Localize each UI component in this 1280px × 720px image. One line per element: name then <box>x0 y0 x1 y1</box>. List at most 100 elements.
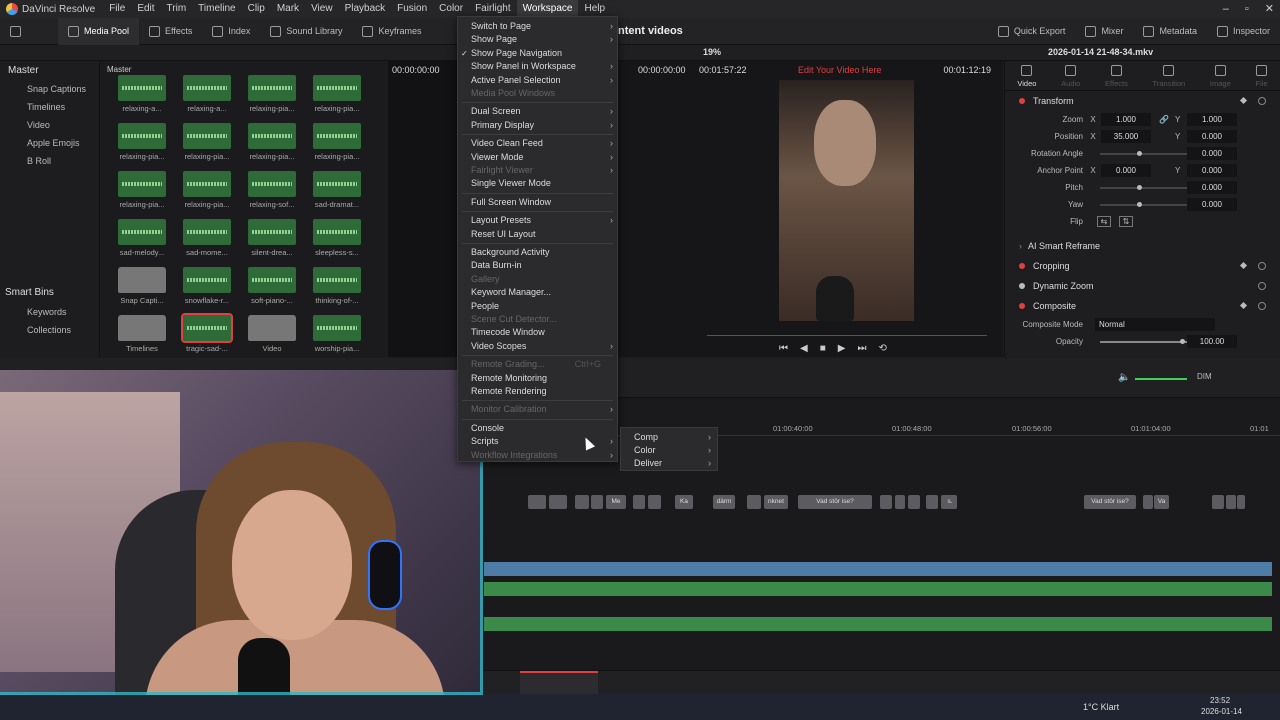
clip-item[interactable]: silent-drea... <box>243 219 301 257</box>
inspector-tab-audio[interactable]: Audio <box>1061 65 1080 90</box>
clip-item[interactable]: thinking-of-... <box>308 267 366 305</box>
subtitle-clip[interactable] <box>591 495 603 509</box>
composite-mode-select[interactable]: Normal <box>1095 318 1215 331</box>
restore-icon[interactable]: ▫ <box>1245 0 1249 18</box>
dim-button[interactable]: DIM <box>1197 372 1212 381</box>
opacity-input[interactable]: 100.00 <box>1187 335 1237 348</box>
menu-item[interactable]: Video Scopes › <box>458 340 619 353</box>
anchor-x-input[interactable]: 0.000 <box>1101 164 1151 177</box>
inspector-tab-video[interactable]: Video <box>1017 65 1036 90</box>
play-reverse-icon[interactable]: ◀ <box>800 343 808 354</box>
toolbar-sound-library[interactable]: Sound Library <box>260 18 352 45</box>
submenu-item[interactable]: Comp › <box>621 431 717 444</box>
menu-item[interactable]: Show Panel in Workspace › <box>458 60 619 73</box>
subtitle-clip[interactable] <box>880 495 892 509</box>
position-y-input[interactable]: 0.000 <box>1187 130 1237 143</box>
subtitle-clip[interactable]: Va <box>1154 495 1169 509</box>
clip-item[interactable]: soft-piano-... <box>243 267 301 305</box>
menu-item[interactable]: Single Viewer Mode <box>458 177 619 190</box>
panel-toggle-icon[interactable] <box>10 25 21 37</box>
skip-start-icon[interactable]: ⏮ <box>779 343 788 354</box>
menu-item[interactable]: People <box>458 300 619 313</box>
rotation-input[interactable]: 0.000 <box>1187 147 1237 160</box>
menu-item[interactable]: Dual Screen › <box>458 105 619 118</box>
inspector-tab-image[interactable]: Image <box>1210 65 1231 90</box>
position-x-input[interactable]: 35.000 <box>1101 130 1151 143</box>
volume-icon[interactable]: 🔈 <box>1118 372 1130 383</box>
subtitle-clip[interactable] <box>747 495 761 509</box>
zoom-y-input[interactable]: 1.000 <box>1187 113 1237 126</box>
menu-timeline[interactable]: Timeline <box>192 0 241 18</box>
subtitle-clip[interactable]: Me <box>606 495 626 509</box>
inspector-tab-transition[interactable]: Transition <box>1153 65 1185 90</box>
link-icon[interactable]: 🔗 <box>1159 115 1169 124</box>
clip-item[interactable]: relaxing-pia... <box>308 75 366 113</box>
menu-item[interactable]: Remote Rendering <box>458 385 619 398</box>
bin-item[interactable]: B Roll <box>0 152 99 170</box>
menu-mark[interactable]: Mark <box>271 0 305 18</box>
clip-item[interactable]: relaxing-pia... <box>243 75 301 113</box>
subtitle-clip[interactable] <box>528 495 546 509</box>
menu-item[interactable]: ✓ Show Page Navigation <box>458 47 619 60</box>
bin-item[interactable]: Apple Emojis <box>0 134 99 152</box>
subtitle-clip[interactable]: s. <box>943 495 957 509</box>
flip-vertical-icon[interactable]: ⇅ <box>1119 216 1133 227</box>
audio-track-1[interactable] <box>484 582 1272 596</box>
menu-item[interactable]: Timecode Window <box>458 326 619 339</box>
clip-item[interactable]: worship-pia... <box>308 315 366 353</box>
menu-view[interactable]: View <box>305 0 339 18</box>
menu-edit[interactable]: Edit <box>131 0 160 18</box>
subtitle-clip[interactable] <box>633 495 645 509</box>
toolbar-media-pool[interactable]: Media Pool <box>58 17 140 45</box>
menu-item[interactable]: Switch to Page › <box>458 20 619 33</box>
bin-item[interactable]: Timelines <box>0 98 99 116</box>
subtitle-clip[interactable] <box>1212 495 1224 509</box>
clip-item[interactable]: tragic-sad-... <box>178 313 236 353</box>
bin-item[interactable]: Video <box>0 116 99 134</box>
clip-item[interactable]: sad-mome... <box>178 219 236 257</box>
clip-item[interactable]: sad-dramat... <box>308 171 366 209</box>
clip-item[interactable]: snowflake-r... <box>178 267 236 305</box>
clip-item[interactable]: relaxing-pia... <box>308 123 366 161</box>
clip-item[interactable]: relaxing-pia... <box>243 123 301 161</box>
flip-horizontal-icon[interactable]: ⇆ <box>1097 216 1111 227</box>
menu-playback[interactable]: Playback <box>339 0 392 18</box>
subtitle-clip[interactable] <box>549 495 567 509</box>
pitch-slider[interactable] <box>1100 187 1200 189</box>
scrubber[interactable] <box>707 335 987 336</box>
submenu-item[interactable]: Color › <box>621 444 717 457</box>
subtitle-clip[interactable]: därm <box>713 495 735 509</box>
menu-item[interactable]: Primary Display › <box>458 119 619 132</box>
menu-item[interactable]: Reset UI Layout <box>458 228 619 241</box>
menu-item[interactable]: Remote Monitoring <box>458 372 619 385</box>
smart-bin-item[interactable]: Collections <box>0 321 100 339</box>
subtitle-clip[interactable]: Vad stör ise? <box>798 495 872 509</box>
clip-item[interactable]: relaxing-pia... <box>178 171 236 209</box>
audio-track-2[interactable] <box>484 617 1272 631</box>
subtitle-clip[interactable] <box>1237 495 1245 509</box>
subtitle-clip[interactable] <box>926 495 938 509</box>
menu-item[interactable]: Layout Presets › <box>458 214 619 227</box>
clip-item[interactable]: Timelines <box>113 315 171 353</box>
zoom-select[interactable]: 19% <box>703 47 721 57</box>
zoom-x-input[interactable]: 1.000 <box>1101 113 1151 126</box>
clip-item[interactable]: relaxing-a... <box>178 75 236 113</box>
edit-page-tab[interactable] <box>520 671 598 695</box>
menu-item[interactable]: Video Clean Feed › <box>458 137 619 150</box>
yaw-input[interactable]: 0.000 <box>1187 198 1237 211</box>
toolbar-export[interactable]: Quick Export <box>988 18 1076 45</box>
clip-item[interactable]: relaxing-a... <box>113 75 171 113</box>
subtitle-clip[interactable] <box>1143 495 1153 509</box>
dynamic-zoom-section[interactable]: Dynamic Zoom <box>1005 276 1280 296</box>
subtitle-clip[interactable] <box>648 495 661 509</box>
subtitle-clip[interactable] <box>895 495 905 509</box>
subtitle-clip[interactable] <box>908 495 920 509</box>
clip-item[interactable]: relaxing-pia... <box>113 123 171 161</box>
clip-item[interactable]: Video <box>243 315 301 353</box>
skip-end-icon[interactable]: ⏭ <box>857 343 866 354</box>
clip-item[interactable]: relaxing-pia... <box>113 171 171 209</box>
toolbar-keyframes[interactable]: Keyframes <box>352 18 431 45</box>
anchor-y-input[interactable]: 0.000 <box>1187 164 1237 177</box>
menu-item[interactable]: Background Activity <box>458 246 619 259</box>
menu-file[interactable]: File <box>103 0 131 18</box>
